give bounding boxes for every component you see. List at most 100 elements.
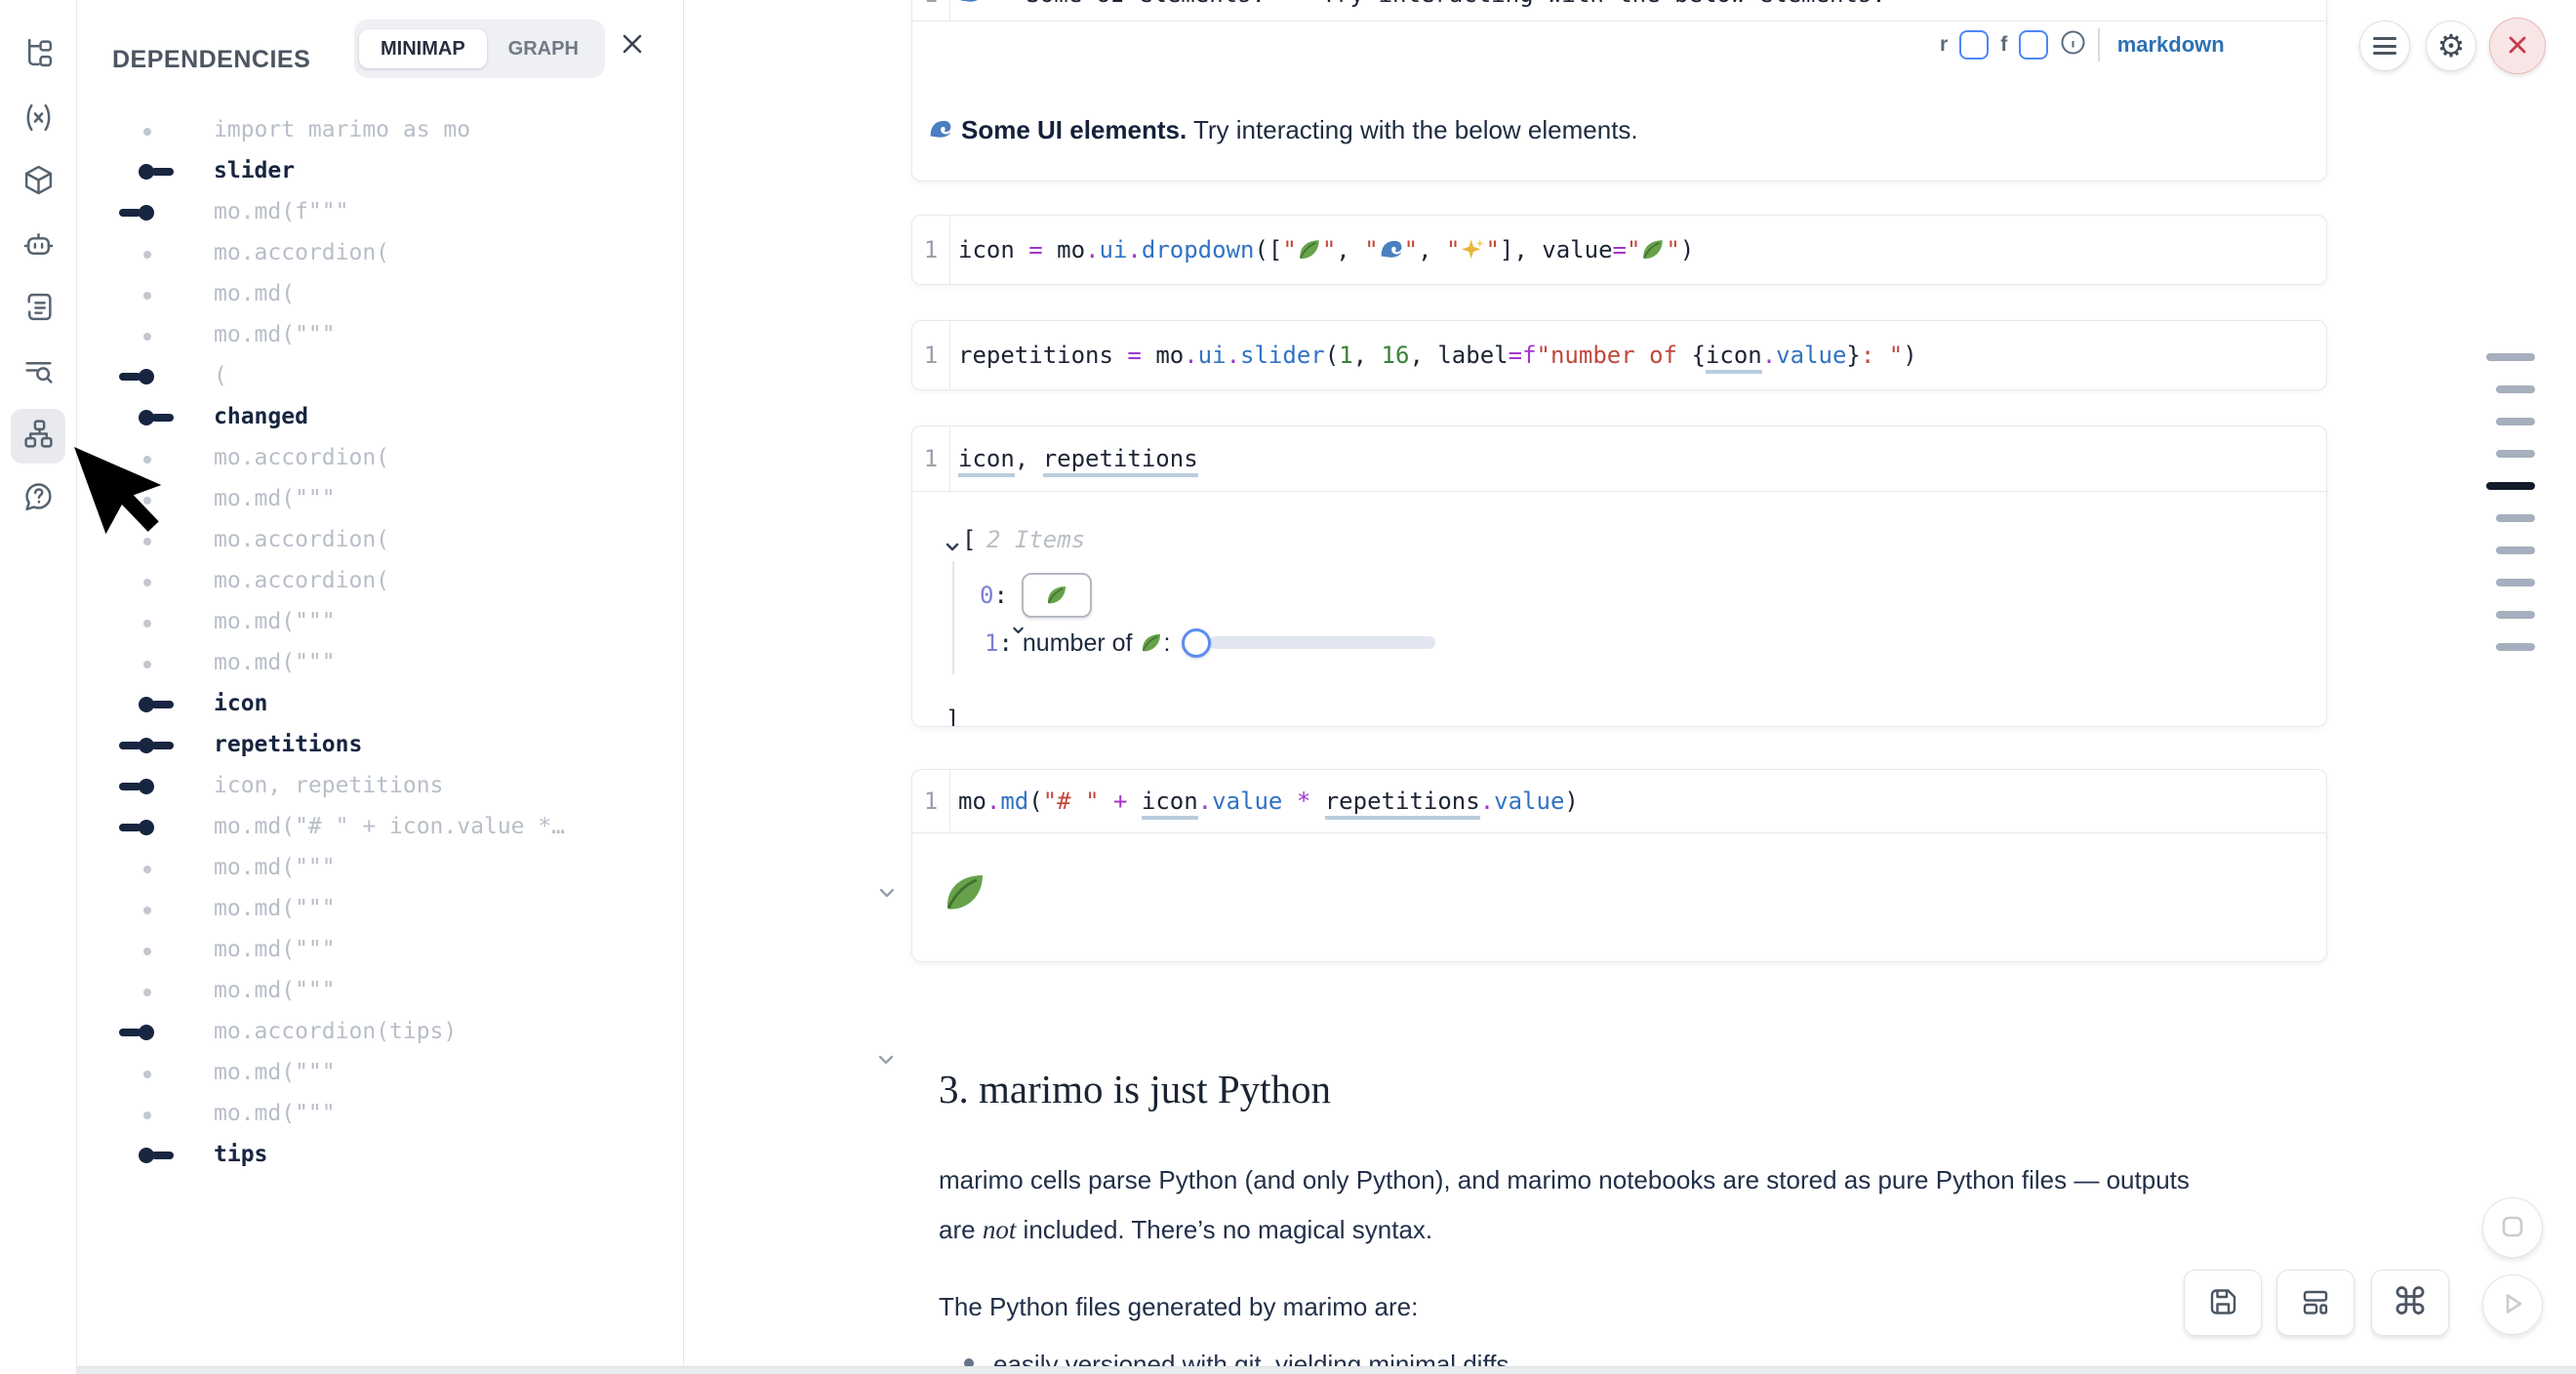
dependency-item[interactable]: mo.md(""" — [76, 643, 681, 684]
tab-graph[interactable]: GRAPH — [487, 29, 600, 68]
code-editor[interactable]: 1 **Some UI elements.** Try interacting … — [912, 0, 2326, 21]
line-number: 1 — [912, 216, 950, 284]
tab-minimap[interactable]: MINIMAP — [359, 29, 487, 68]
dependency-item[interactable]: icon, repetitions — [76, 766, 681, 807]
icon-dropdown-select[interactable] — [1022, 573, 1092, 618]
sidebar-item-ai-assistant[interactable] — [11, 220, 65, 274]
sidebar-item-variables[interactable] — [11, 93, 65, 147]
dependency-item[interactable]: mo.accordion( — [76, 233, 681, 274]
cell-dot-icon — [76, 438, 208, 479]
cell-dot-icon — [76, 602, 208, 643]
cell-markdown[interactable]: 1 mo.md("# " + icon.value * repetitions.… — [911, 769, 2327, 962]
minimap-dash[interactable] — [2496, 643, 2535, 651]
wave-emoji — [928, 117, 953, 142]
dependency-item[interactable]: mo.md(""" — [76, 930, 681, 971]
cell-dot-icon — [76, 930, 208, 971]
sidebar-item-dependencies[interactable] — [11, 409, 65, 464]
cell-dot-icon — [76, 520, 208, 561]
dependency-item[interactable]: mo.md("# " + icon.value *… — [76, 807, 681, 848]
edge-in-icon — [76, 1012, 208, 1053]
dependency-item-label: slider — [214, 158, 295, 183]
minimap-dash[interactable] — [2486, 353, 2535, 361]
edge-out-icon — [76, 684, 208, 725]
cell-dot-icon — [76, 1094, 208, 1135]
cell-dot-icon — [76, 110, 208, 151]
layout-button[interactable] — [2276, 1270, 2355, 1336]
minimap-dash[interactable] — [2496, 418, 2535, 425]
leaf-emoji — [1297, 237, 1322, 263]
cell-tuple[interactable]: 1 icon, repetitions [ 2 Items 0: 1: num — [911, 425, 2327, 727]
footer-strip — [76, 1366, 2576, 1374]
collapse-chevron-icon[interactable] — [944, 534, 961, 561]
dependency-item[interactable]: icon — [76, 684, 681, 725]
keyboard-shortcuts-button[interactable]: ⌘ — [2371, 1270, 2449, 1336]
dependency-item[interactable]: import marimo as mo — [76, 110, 681, 151]
run-button[interactable] — [2482, 1274, 2543, 1335]
format-checkbox[interactable] — [2019, 30, 2048, 60]
dependency-item[interactable]: mo.accordion(tips) — [76, 1012, 681, 1053]
network-icon — [22, 418, 55, 455]
dependency-item[interactable]: mo.md(""" — [76, 315, 681, 356]
play-icon — [2498, 1289, 2527, 1321]
markdown-mode-button[interactable]: markdown — [2112, 31, 2231, 59]
shutdown-button[interactable] — [2489, 18, 2546, 74]
dependency-item-label: tips — [214, 1142, 267, 1167]
slider-thumb[interactable] — [1182, 628, 1211, 658]
dependency-item[interactable]: tips — [76, 1135, 681, 1176]
edge-out-icon — [76, 151, 208, 192]
minimap-dash[interactable] — [2496, 514, 2535, 522]
minimap-dash[interactable] — [2496, 385, 2535, 393]
dependency-item[interactable]: mo.md(f""" — [76, 192, 681, 233]
minimap-dash[interactable] — [2496, 579, 2535, 586]
dependency-item[interactable]: ( — [76, 356, 681, 397]
stop-button[interactable] — [2482, 1197, 2543, 1258]
item-index: 1 — [985, 629, 998, 657]
reactive-checkbox[interactable] — [1959, 30, 1989, 60]
dependency-item[interactable]: mo.md(""" — [76, 889, 681, 930]
robot-icon — [22, 228, 55, 265]
dependency-item[interactable]: mo.md(""" — [76, 479, 681, 520]
dependency-item[interactable]: mo.md(""" — [76, 1094, 681, 1135]
dependency-item[interactable]: mo.accordion( — [76, 438, 681, 479]
cell-dropdown-code[interactable]: 1 icon = mo.ui.dropdown(["", "", ""], va… — [911, 215, 2327, 285]
dependency-item[interactable]: mo.md(""" — [76, 602, 681, 643]
fold-section-chevron[interactable] — [874, 1048, 898, 1074]
panel-close-button[interactable] — [615, 27, 650, 62]
sidebar-item-snippets[interactable] — [11, 282, 65, 337]
cell-hover-toolbar: r f markdown — [1940, 25, 2231, 64]
save-button[interactable] — [2184, 1270, 2262, 1336]
minimap-dash[interactable] — [2496, 611, 2535, 619]
dependency-item[interactable]: mo.md(""" — [76, 1053, 681, 1094]
cell-dot-icon — [76, 848, 208, 889]
fold-output-chevron[interactable] — [875, 881, 899, 908]
notebook-menu-button[interactable] — [2359, 20, 2410, 71]
dependency-item-label: icon — [214, 691, 267, 716]
slider-track[interactable] — [1209, 636, 1435, 649]
dependency-item[interactable]: mo.md(""" — [76, 971, 681, 1012]
format-toggle-label: f — [2000, 33, 2007, 57]
dependency-item[interactable]: mo.accordion( — [76, 520, 681, 561]
dependency-item[interactable]: slider — [76, 151, 681, 192]
variables-icon — [22, 101, 55, 139]
minimap-dash[interactable] — [2496, 450, 2535, 458]
sidebar — [0, 0, 77, 1374]
dependency-item-label: changed — [214, 404, 308, 429]
dependency-item[interactable]: changed — [76, 397, 681, 438]
sidebar-item-packages[interactable] — [11, 155, 65, 210]
dependency-item[interactable]: mo.md(""" — [76, 848, 681, 889]
sidebar-item-outline-search[interactable] — [11, 345, 65, 400]
dependency-item[interactable]: mo.accordion( — [76, 561, 681, 602]
minimap-dash[interactable] — [2496, 546, 2535, 554]
info-icon[interactable] — [2060, 29, 2086, 61]
minimap-dash-active[interactable] — [2486, 482, 2535, 490]
sidebar-item-file-explorer[interactable] — [11, 28, 65, 83]
dependency-item-label: mo.accordion( — [214, 568, 389, 593]
edge-both-icon — [76, 725, 208, 766]
sidebar-item-help[interactable] — [11, 472, 65, 527]
repetitions-slider[interactable] — [1182, 627, 1440, 659]
dependency-item[interactable]: repetitions — [76, 725, 681, 766]
dependency-item-label: mo.accordion( — [214, 527, 389, 552]
settings-button[interactable]: ⚙ — [2426, 20, 2476, 71]
cell-slider-code[interactable]: 1 repetitions = mo.ui.slider(1, 16, labe… — [911, 320, 2327, 390]
dependency-item[interactable]: mo.md( — [76, 274, 681, 315]
